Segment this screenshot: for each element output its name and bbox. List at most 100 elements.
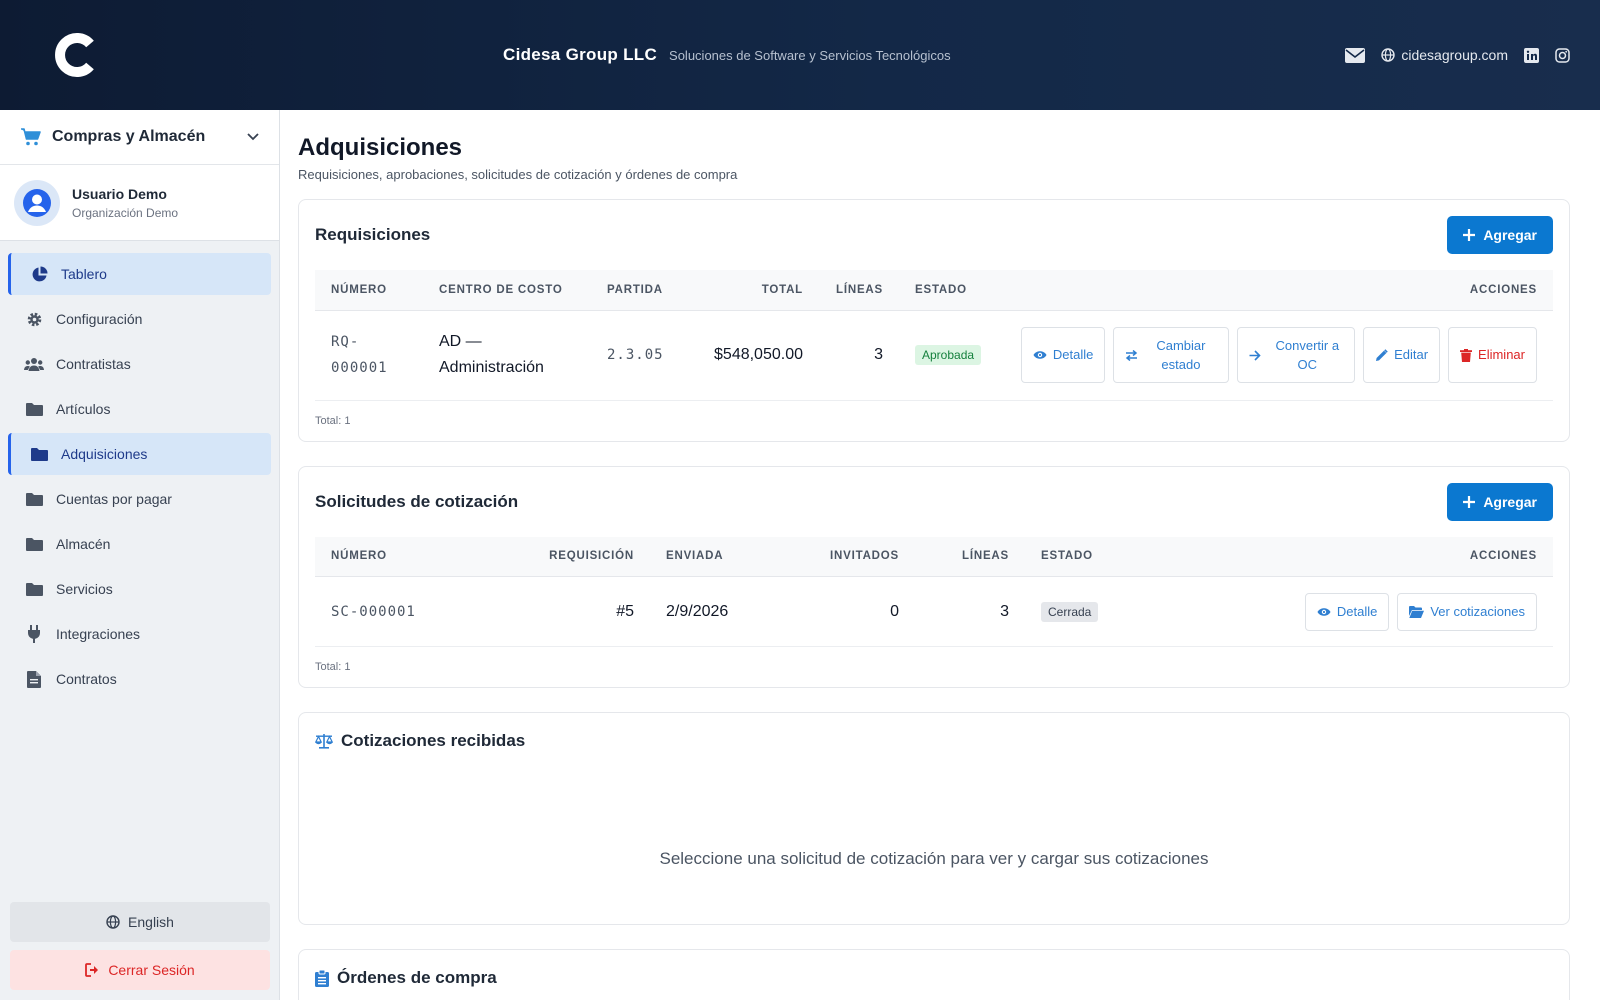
table-total: Total: 1 bbox=[315, 414, 351, 427]
eye-icon bbox=[1317, 607, 1331, 617]
language-label: English bbox=[128, 914, 174, 930]
sidebar-item-label: Almacén bbox=[56, 536, 111, 552]
col-lineas[interactable]: LÍNEAS bbox=[819, 270, 899, 311]
col-lineas[interactable]: LÍNEAS bbox=[915, 536, 1025, 577]
table-row[interactable]: RQ- 000001 AD — Administración 2.3.05 $5… bbox=[315, 310, 1553, 401]
arrow-right-icon bbox=[1249, 349, 1262, 361]
cotizaciones-card: Cotizaciones recibidas Seleccione una so… bbox=[298, 712, 1570, 925]
cell-acciones: Detalle Ver cotizaciones bbox=[1175, 576, 1553, 647]
card-title: Requisiciones bbox=[315, 225, 431, 244]
sidebar-item-contratistas[interactable]: Contratistas bbox=[8, 343, 271, 385]
cell-enviada: 2/9/2026 bbox=[650, 576, 800, 647]
detalle-button[interactable]: Detalle bbox=[1304, 592, 1390, 631]
col-centro-costo[interactable]: CENTRO DE COSTO bbox=[423, 270, 591, 311]
cell-estado: Aprobada bbox=[899, 310, 999, 401]
sidebar-item-articulos[interactable]: Artículos bbox=[8, 388, 271, 430]
col-estado[interactable]: ESTADO bbox=[899, 270, 999, 311]
user-org: Organización Demo bbox=[72, 205, 179, 220]
eliminar-label: Eliminar bbox=[1478, 347, 1525, 363]
folder-open-icon bbox=[1409, 605, 1425, 618]
document-icon bbox=[24, 670, 44, 688]
trash-icon bbox=[1460, 348, 1473, 362]
folder-icon bbox=[24, 402, 44, 416]
ver-cotizaciones-button[interactable]: Ver cotizaciones bbox=[1397, 592, 1537, 631]
brand: Cidesa Group LLC Soluciones de Software … bbox=[503, 0, 951, 110]
col-partida[interactable]: PARTIDA bbox=[591, 270, 689, 311]
col-requisicion[interactable]: REQUISICIÓN bbox=[515, 536, 650, 577]
add-solicitud-button[interactable]: Agregar bbox=[1447, 482, 1553, 521]
add-requisicion-button[interactable]: Agregar bbox=[1447, 216, 1553, 254]
table-total: Total: 1 bbox=[315, 661, 351, 673]
logout-button[interactable]: Cerrar Sesión bbox=[10, 950, 270, 990]
user-panel: Usuario Demo Organización Demo bbox=[0, 165, 279, 241]
folder-icon bbox=[29, 447, 49, 461]
sidebar-item-contratos[interactable]: Contratos bbox=[8, 658, 271, 700]
cell-acciones: Detalle Cambiar estado Convertir a OC Ed… bbox=[999, 310, 1553, 401]
eliminar-button[interactable]: Eliminar bbox=[1448, 327, 1537, 383]
sidebar-item-cuentas-por-pagar[interactable]: Cuentas por pagar bbox=[8, 478, 271, 520]
website-text: cidesagroup.com bbox=[1401, 47, 1508, 63]
sidebar-item-label: Tablero bbox=[61, 266, 107, 282]
instagram-icon[interactable] bbox=[1555, 47, 1570, 63]
module-selector[interactable]: Compras y Almacén bbox=[0, 110, 279, 165]
pie-chart-icon bbox=[29, 266, 49, 283]
linkedin-icon[interactable] bbox=[1524, 47, 1539, 63]
solicitudes-table: NÚMERO REQUISICIÓN ENVIADA INVITADOS LÍN… bbox=[315, 536, 1553, 647]
card-title: Órdenes de compra bbox=[315, 968, 497, 988]
sidebar-nav: Tablero Configuración Contratistas Artíc… bbox=[0, 241, 279, 715]
sidebar-item-servicios[interactable]: Servicios bbox=[8, 568, 271, 610]
language-button[interactable]: English bbox=[10, 902, 270, 942]
users-icon bbox=[24, 357, 44, 372]
sidebar-item-adquisiciones[interactable]: Adquisiciones bbox=[8, 433, 271, 475]
detalle-label: Detalle bbox=[1336, 603, 1378, 619]
user-circle-icon bbox=[23, 188, 51, 217]
card-title: Solicitudes de cotización bbox=[315, 491, 519, 511]
col-estado[interactable]: ESTADO bbox=[1025, 536, 1175, 577]
sidebar-item-tablero[interactable]: Tablero bbox=[8, 253, 271, 295]
detalle-button[interactable]: Detalle bbox=[1020, 327, 1106, 383]
cell-invitados: 0 bbox=[800, 576, 915, 647]
plus-icon bbox=[1463, 495, 1476, 508]
globe-icon bbox=[1381, 48, 1396, 62]
company-name: Cidesa Group LLC bbox=[503, 45, 658, 64]
cambiar-estado-button[interactable]: Cambiar estado bbox=[1113, 327, 1230, 383]
add-label: Agregar bbox=[1483, 227, 1537, 243]
chevron-down-icon[interactable] bbox=[247, 133, 259, 141]
ordenes-title: Órdenes de compra bbox=[337, 968, 497, 987]
col-numero[interactable]: NÚMERO bbox=[315, 270, 423, 311]
user-name: Usuario Demo bbox=[72, 185, 167, 202]
website-link[interactable]: cidesagroup.com bbox=[1381, 47, 1508, 63]
globe-icon bbox=[106, 915, 120, 929]
empty-state: Seleccione una solicitud de cotización p… bbox=[659, 849, 1209, 868]
sidebar-item-almacen[interactable]: Almacén bbox=[8, 523, 271, 565]
cell-requisicion: #5 bbox=[515, 576, 650, 647]
requisiciones-card: Requisiciones Agregar NÚMERO CENTRO DE C… bbox=[298, 199, 1570, 442]
editar-button[interactable]: Editar bbox=[1363, 327, 1441, 383]
module-name: Compras y Almacén bbox=[52, 128, 206, 145]
cambiar-label: estado bbox=[1161, 357, 1201, 372]
solicitudes-card: Solicitudes de cotización Agregar NÚMERO… bbox=[298, 465, 1570, 688]
folder-icon bbox=[24, 537, 44, 551]
company-logo[interactable] bbox=[50, 30, 100, 80]
folder-icon bbox=[24, 492, 44, 506]
sidebar-item-label: Servicios bbox=[56, 581, 113, 597]
sidebar-item-integraciones[interactable]: Integraciones bbox=[8, 613, 271, 655]
mail-icon[interactable] bbox=[1345, 47, 1366, 63]
convertir-oc-button[interactable]: Convertir a OC bbox=[1237, 327, 1356, 383]
col-enviada[interactable]: ENVIADA bbox=[650, 536, 800, 577]
sidebar-item-configuracion[interactable]: Configuración bbox=[8, 298, 271, 340]
centro-part: AD — bbox=[439, 333, 482, 350]
gear-icon bbox=[24, 311, 44, 328]
plug-icon bbox=[24, 625, 44, 643]
top-header: Cidesa Group LLC Soluciones de Software … bbox=[0, 0, 1600, 110]
table-row[interactable]: SC-000001 #5 2/9/2026 0 3 Cerrada Detall… bbox=[315, 576, 1553, 647]
col-total[interactable]: TOTAL bbox=[689, 270, 819, 311]
col-invitados[interactable]: INVITADOS bbox=[800, 536, 915, 577]
cell-numero: SC-000001 bbox=[315, 576, 515, 647]
cell-estado: Cerrada bbox=[1025, 576, 1175, 647]
col-acciones: ACCIONES bbox=[999, 270, 1553, 311]
page-title: Adquisiciones bbox=[298, 134, 463, 161]
numero-part: 000001 bbox=[331, 360, 388, 376]
col-numero[interactable]: NÚMERO bbox=[315, 536, 515, 577]
cell-total: $548,050.00 bbox=[689, 310, 819, 401]
